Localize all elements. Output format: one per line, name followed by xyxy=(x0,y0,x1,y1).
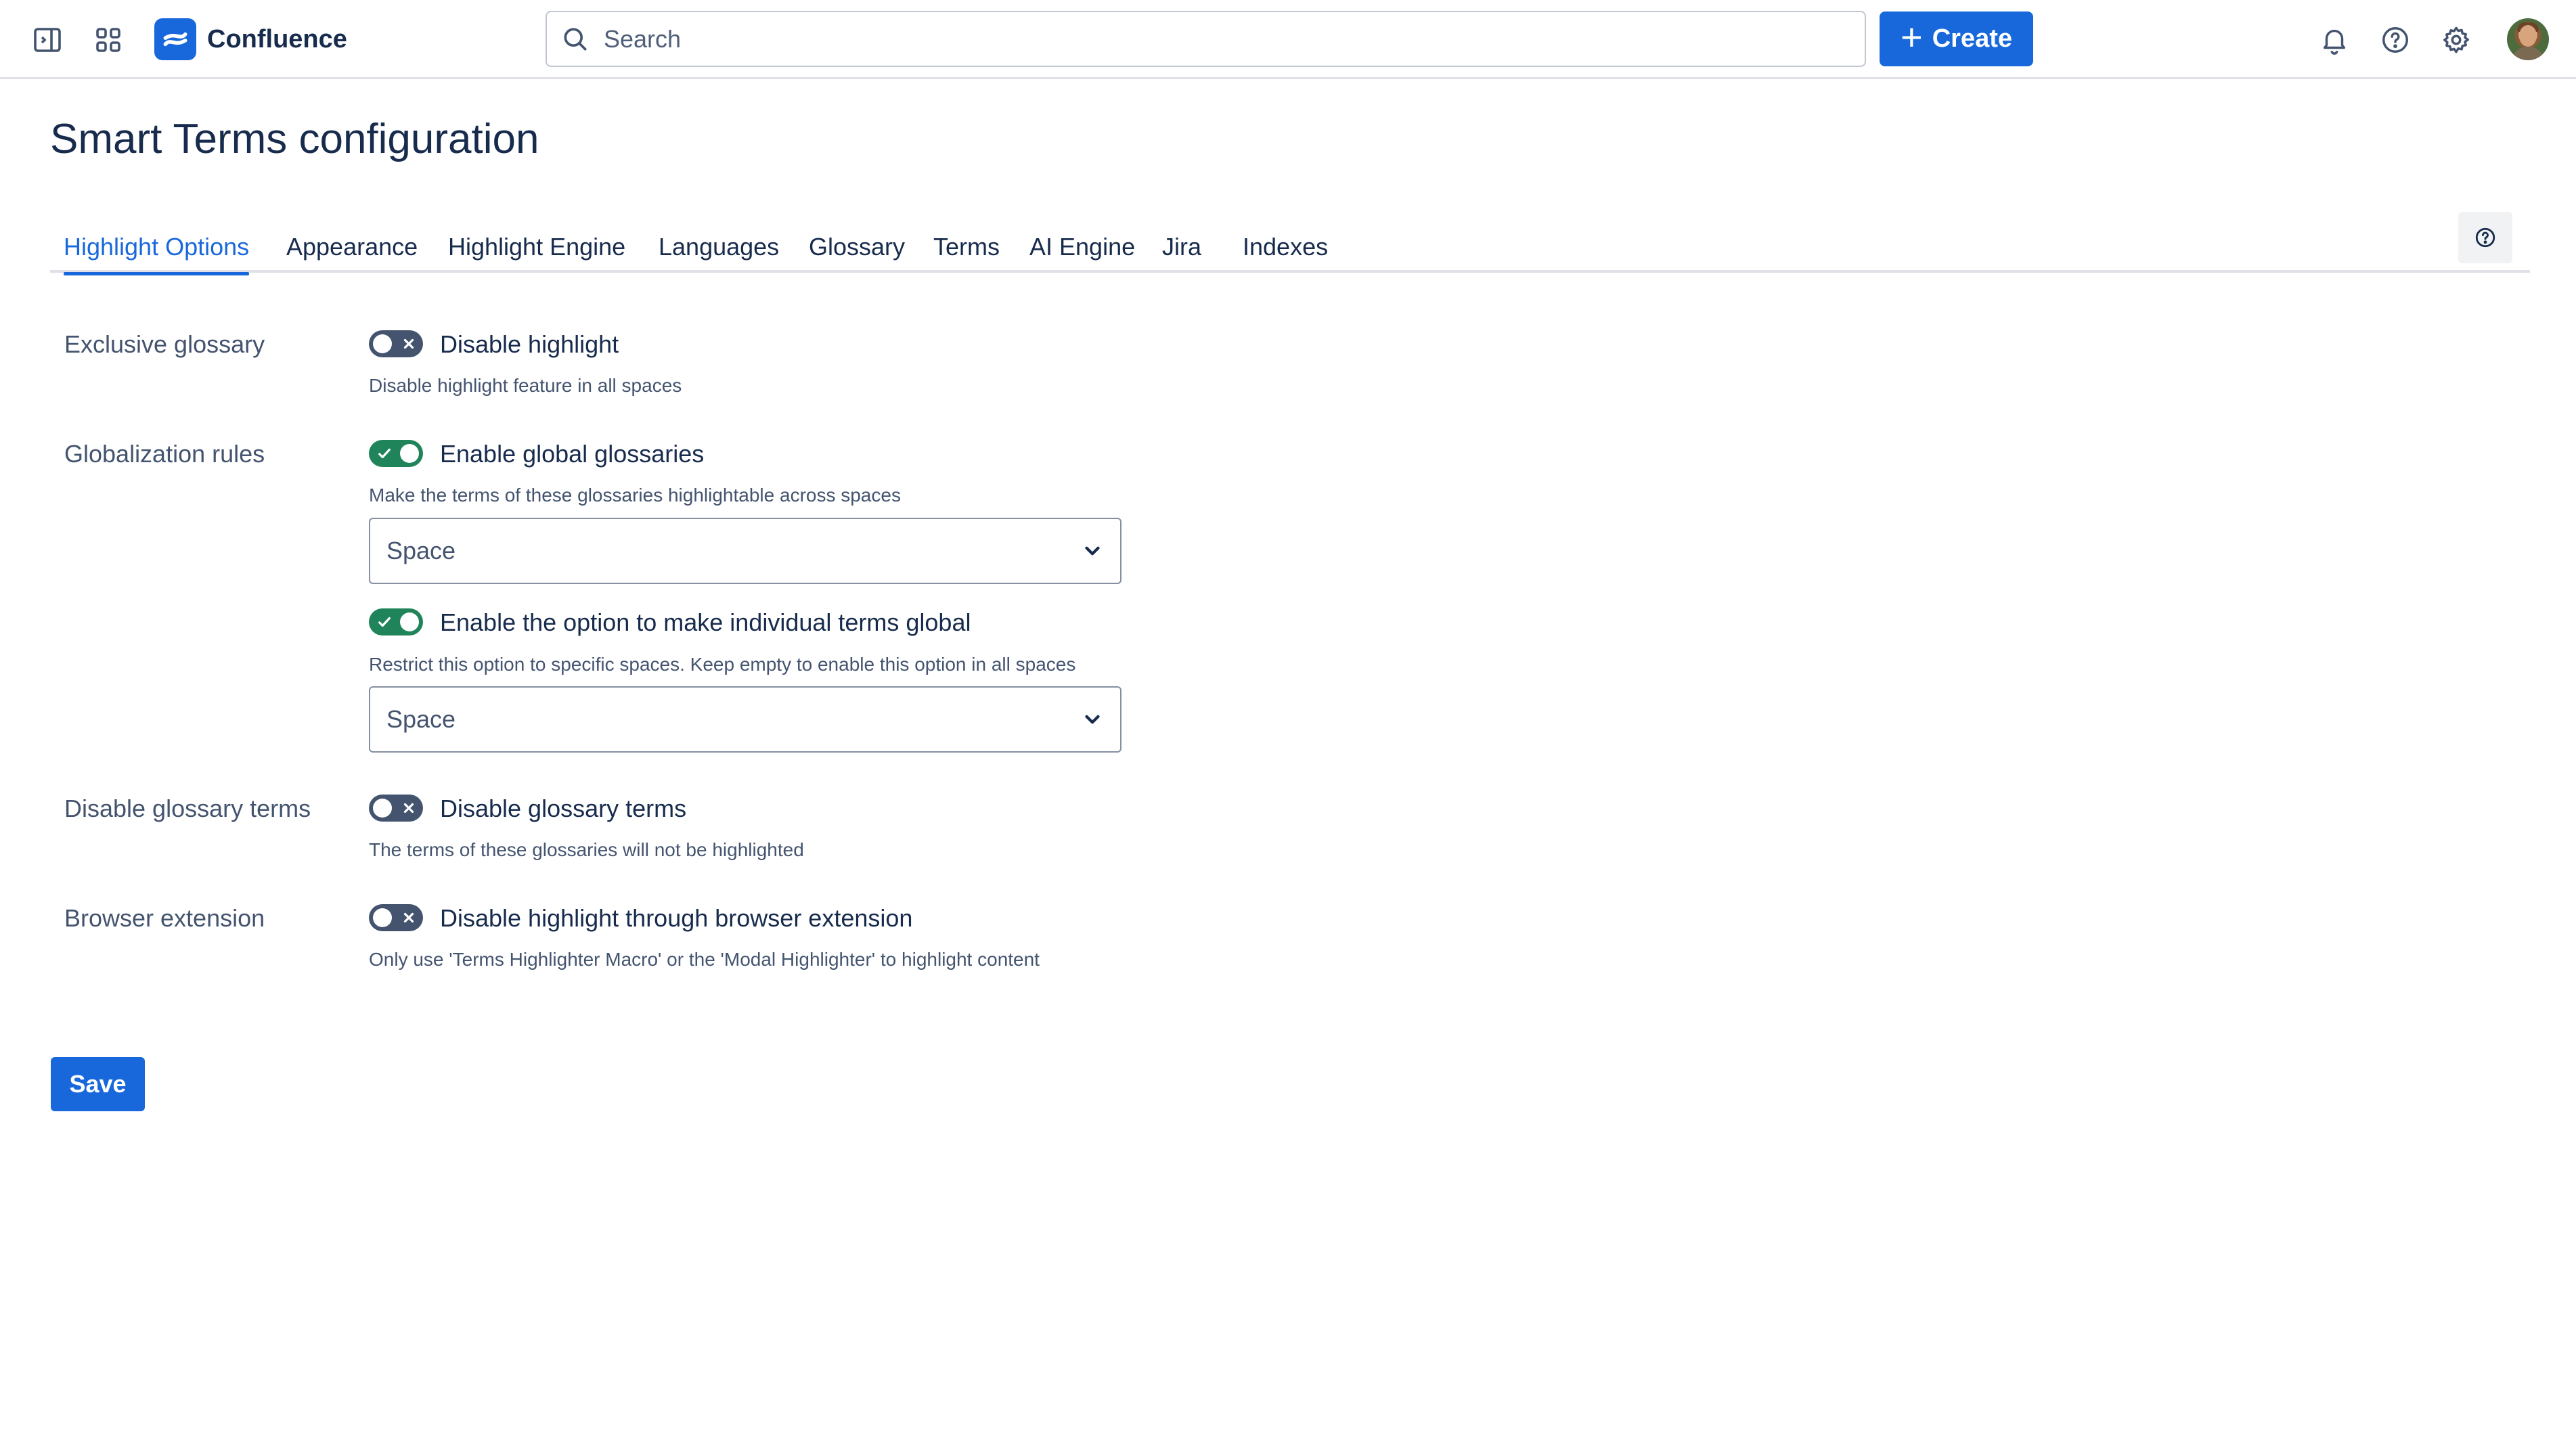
tab-jira[interactable]: Jira xyxy=(1149,226,1215,273)
disable-browser-extension-toggle[interactable] xyxy=(369,904,423,931)
close-icon xyxy=(397,330,420,357)
close-icon xyxy=(397,795,420,822)
search-icon xyxy=(564,28,587,50)
tab-indexes[interactable]: Indexes xyxy=(1229,226,1341,273)
tab-languages[interactable]: Languages xyxy=(645,226,793,273)
disable-glossary-terms-option-label: Disable glossary terms xyxy=(440,795,687,822)
exclusive-glossary-label: Exclusive glossary xyxy=(64,330,265,358)
check-icon xyxy=(373,440,396,467)
check-icon xyxy=(373,608,396,635)
settings-icon[interactable] xyxy=(2435,19,2477,61)
browser-extension-label: Browser extension xyxy=(64,904,265,932)
search-bar[interactable] xyxy=(546,11,1866,67)
tab-highlight-options[interactable]: Highlight Options xyxy=(50,226,263,275)
chevron-down-icon xyxy=(1085,546,1100,556)
individual-terms-global-toggle[interactable] xyxy=(369,608,423,635)
page-help-button[interactable] xyxy=(2458,212,2512,263)
global-glossaries-space-select[interactable]: Space xyxy=(369,518,1122,584)
individual-terms-global-helper: Restrict this option to specific spaces.… xyxy=(369,654,1076,675)
tab-bar: Highlight Options Appearance Highlight E… xyxy=(50,226,2530,275)
globalization-rules-label: Globalization rules xyxy=(64,440,265,468)
create-button[interactable]: + Create xyxy=(1880,12,2033,66)
create-button-label: Create xyxy=(1932,24,2012,53)
space-select-value: Space xyxy=(386,705,456,733)
disable-highlight-helper: Disable highlight feature in all spaces xyxy=(369,375,682,396)
disable-glossary-terms-label: Disable glossary terms xyxy=(64,795,311,822)
tab-glossary[interactable]: Glossary xyxy=(795,226,918,273)
bell-icon[interactable] xyxy=(2313,19,2355,61)
tab-appearance[interactable]: Appearance xyxy=(273,226,431,273)
app-switcher-icon[interactable] xyxy=(85,16,132,64)
plus-icon: + xyxy=(1901,15,1923,58)
save-button[interactable]: Save xyxy=(51,1057,145,1111)
close-icon xyxy=(397,904,420,931)
enable-global-glossaries-helper: Make the terms of these glossaries highl… xyxy=(369,485,901,506)
sidebar-toggle-icon[interactable] xyxy=(24,16,71,64)
tab-ai-engine[interactable]: AI Engine xyxy=(1016,226,1149,273)
confluence-home-link[interactable]: Confluence xyxy=(154,17,347,62)
enable-global-glossaries-toggle[interactable] xyxy=(369,440,423,467)
avatar[interactable] xyxy=(2507,18,2549,60)
disable-glossary-terms-toggle[interactable] xyxy=(369,795,423,822)
enable-global-glossaries-label: Enable global glossaries xyxy=(440,440,705,468)
disable-glossary-terms-helper: The terms of these glossaries will not b… xyxy=(369,839,804,860)
chevron-down-icon xyxy=(1085,715,1100,724)
help-icon[interactable] xyxy=(2374,19,2416,61)
space-select-value: Space xyxy=(386,537,456,564)
disable-browser-extension-helper: Only use 'Terms Highlighter Macro' or th… xyxy=(369,949,1040,970)
app-name: Confluence xyxy=(207,24,347,53)
help-circle-icon xyxy=(2475,227,2495,248)
tab-terms[interactable]: Terms xyxy=(920,226,1013,273)
disable-highlight-toggle[interactable] xyxy=(369,330,423,357)
individual-terms-global-label: Enable the option to make individual ter… xyxy=(440,608,971,636)
confluence-logo-icon xyxy=(154,18,196,60)
page-title: Smart Terms configuration xyxy=(50,116,539,162)
disable-browser-extension-label: Disable highlight through browser extens… xyxy=(440,904,913,932)
top-navigation: Confluence + Create xyxy=(0,0,2576,79)
tab-highlight-engine[interactable]: Highlight Engine xyxy=(435,226,639,273)
individual-terms-space-select[interactable]: Space xyxy=(369,686,1122,753)
search-input[interactable] xyxy=(604,24,1822,53)
disable-highlight-label: Disable highlight xyxy=(440,330,619,358)
